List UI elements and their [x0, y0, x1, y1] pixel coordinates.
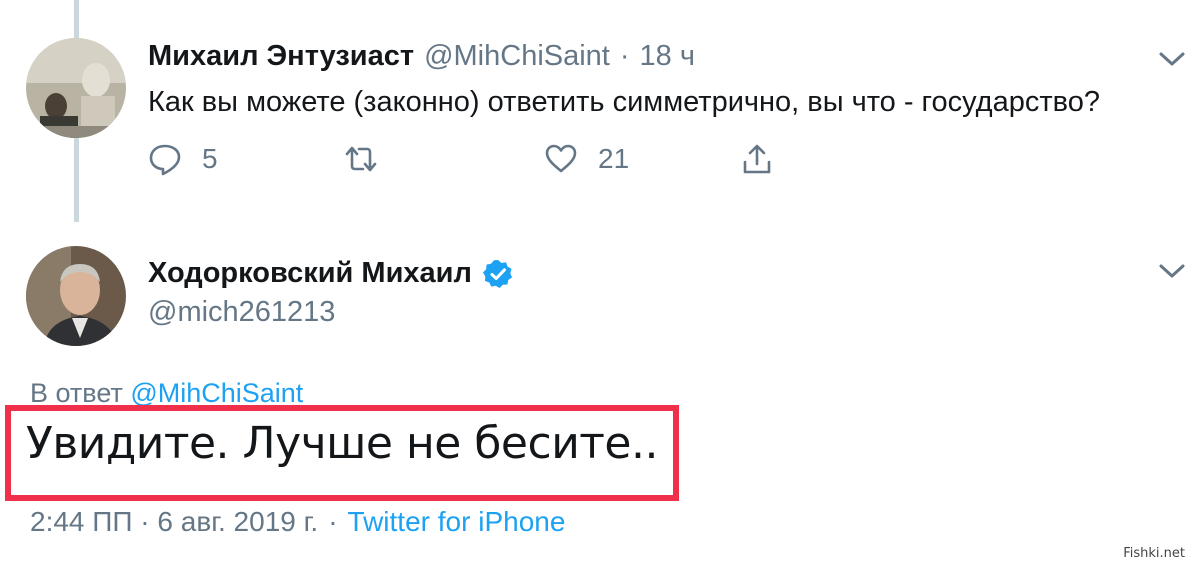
avatar-mihchisaint[interactable]	[26, 38, 126, 138]
tweet2-menu-chevron-icon[interactable]	[1158, 262, 1186, 285]
avatar-mich261213[interactable]	[26, 246, 126, 346]
verified-badge-icon	[482, 259, 512, 288]
avatar-image	[26, 38, 126, 138]
share-button[interactable]	[740, 142, 774, 176]
share-icon	[743, 144, 771, 174]
source-link[interactable]: Twitter for iPhone	[348, 506, 566, 538]
tweet2-text: Увидите. Лучше не бесите..	[26, 418, 658, 469]
timestamp[interactable]: 2:44 ПП · 6 авг. 2019 г.	[30, 506, 318, 538]
tweet2-header: Ходорковский Михаил	[148, 257, 514, 290]
author-handle[interactable]: @MihChiSaint	[424, 40, 610, 73]
avatar-image	[26, 246, 126, 346]
tweet1-header: Михаил Энтузиаст @MihChiSaint · 18 ч	[148, 40, 695, 73]
separator-dot: ·	[619, 40, 630, 72]
author-name[interactable]: Ходорковский Михаил	[148, 257, 472, 290]
reply-to-link[interactable]: @MihChiSaint	[130, 378, 303, 408]
tweet1-menu-chevron-icon[interactable]	[1158, 50, 1186, 73]
reply-icon	[149, 144, 181, 176]
like-count: 21	[598, 143, 630, 174]
heart-icon	[545, 144, 577, 173]
author-handle[interactable]: @mich261213	[148, 296, 335, 329]
retweet-button[interactable]	[344, 142, 378, 176]
retweet-icon	[345, 146, 377, 172]
reply-prefix: В ответ	[30, 378, 123, 408]
separator-dot: ·	[328, 506, 338, 537]
author-name[interactable]: Михаил Энтузиаст	[148, 40, 414, 73]
reply-button[interactable]: 5	[148, 142, 218, 176]
like-button[interactable]: 21	[544, 142, 629, 176]
tweet-time[interactable]: 18 ч	[640, 40, 695, 73]
tweet-meta: 2:44 ПП · 6 авг. 2019 г. · Twitter for i…	[30, 506, 565, 538]
reply-count: 5	[202, 143, 218, 174]
watermark: Fishki.net	[1123, 546, 1185, 561]
tweet1-text: Как вы можете (законно) ответить симметр…	[148, 86, 1100, 118]
